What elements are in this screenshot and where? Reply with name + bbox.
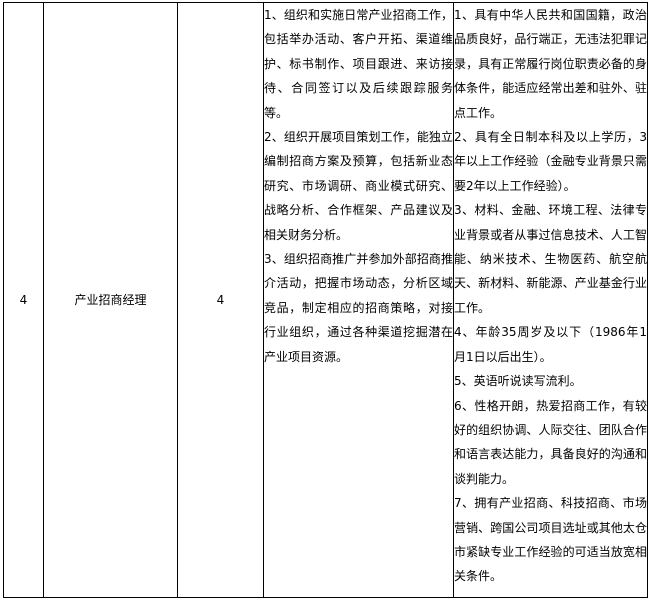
requirement-item: 5、英语听说读写流利。 [454, 374, 582, 389]
position-title: 产业招商经理 [74, 292, 147, 307]
duty-item: 1、组织和实施日常产业招商工作，包括举办活动、客户开拓、渠道维护、标书制作、项目… [264, 8, 453, 120]
requirement-item: 2、具有全日制本科及以上学历，3年以上工作经验（金融专业背景只需要2年以上工作经… [454, 130, 647, 193]
duties-cell: 1、组织和实施日常产业招商工作，包括举办活动、客户开拓、渠道维护、标书制作、项目… [263, 2, 454, 598]
table-row: 4 产业招商经理 4 1、组织和实施日常产业招商工作，包括举办活动、客户开拓、渠… [3, 2, 648, 598]
requirements-cell: 1、具有中华人民共和国国籍，政治品质良好，品行端正，无违法犯罪记录，具有正常履行… [453, 2, 648, 598]
row-index: 4 [19, 292, 28, 307]
requirement-item: 7、拥有产业招商、科技招商、市场营销、跨国公司项目选址或其他太仓市紧缺专业工作经… [454, 496, 647, 584]
duty-item: 2、组织开展项目策划工作，能独立编制招商方案及预算，包括新业态研究、市场调研、商… [264, 130, 453, 242]
requirement-item: 4、年龄35周岁及以下（1986年1月1日以后出生）。 [454, 325, 647, 364]
requirement-item: 1、具有中华人民共和国国籍，政治品质良好，品行端正，无违法犯罪记录，具有正常履行… [454, 8, 647, 120]
headcount-cell: 4 [177, 2, 264, 598]
row-index-cell: 4 [3, 2, 44, 598]
position-cell: 产业招商经理 [43, 2, 178, 598]
headcount: 4 [216, 292, 225, 307]
requirement-item: 6、性格开朗，热爱招商工作，有较好的组织协调、人际交往、团队合作和语言表达能力，… [454, 398, 647, 486]
job-table: 4 产业招商经理 4 1、组织和实施日常产业招商工作，包括举办活动、客户开拓、渠… [3, 2, 648, 598]
requirement-item: 3、材料、金融、环境工程、法律专业背景或者从事过信息技术、人工智能、纳米技术、生… [454, 203, 647, 315]
duty-item: 3、组织招商推广并参加外部招商推介活动，把握市场动态，分析区域竞品，制定相应的招… [264, 252, 453, 364]
